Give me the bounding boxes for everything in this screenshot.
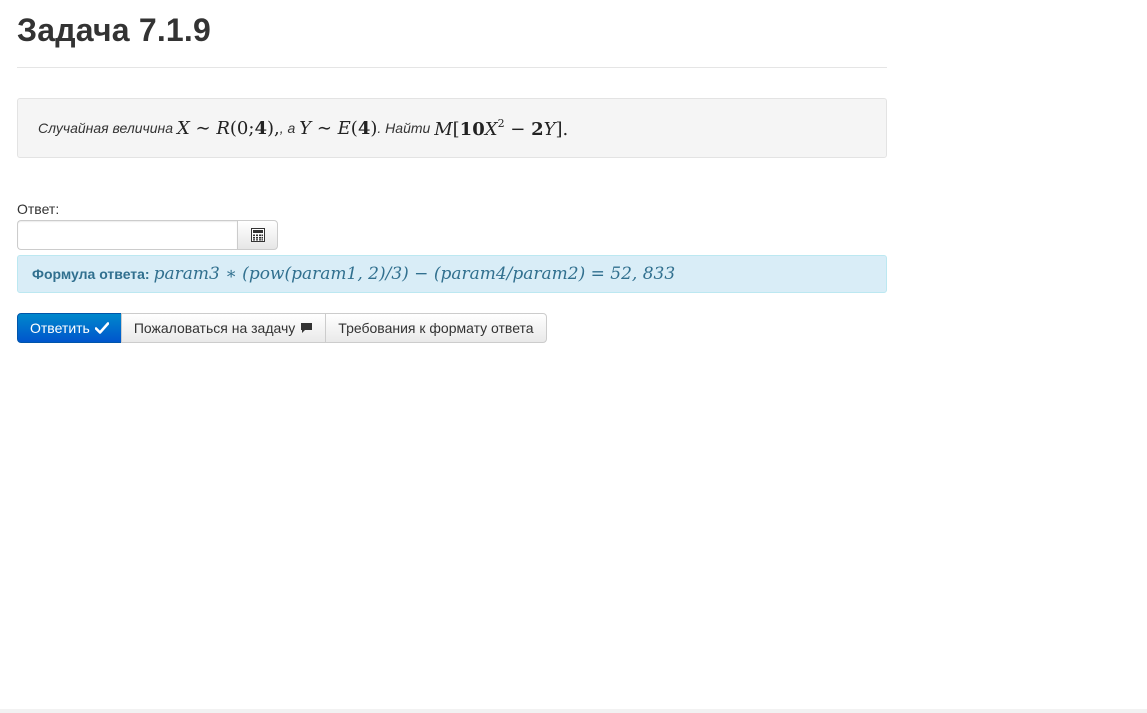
task-text-3: . Найти [377, 120, 431, 136]
answer-input[interactable] [17, 220, 237, 250]
math-m-coef2: 2 [531, 118, 544, 140]
task-math-expectation: M[10X2 − 2Y]. [434, 117, 568, 140]
formula-alert: Формула ответа: param3 ∗ (pow(param1, 2)… [17, 255, 887, 293]
math-m-minus: − [504, 118, 532, 140]
math-m-x: X [484, 118, 498, 140]
requirements-button[interactable]: Требования к формату ответа [325, 313, 547, 343]
math-m-pow: 2 [497, 116, 505, 130]
math-r-close: ), [266, 117, 280, 139]
calculator-button[interactable] [237, 220, 278, 250]
math-m-coef: 10 [459, 118, 485, 140]
page: Задача 7.1.9 Случайная величина X ∼ R(0;… [0, 0, 1147, 713]
math-r-args: (0; [229, 117, 255, 139]
math-m-close: ]. [555, 118, 569, 140]
math-e: E [337, 117, 351, 139]
math-m-open: [ [452, 118, 460, 140]
task-statement: Случайная величина X ∼ R(0;4), , а Y ∼ E… [17, 98, 887, 158]
calculator-icon [250, 228, 265, 242]
math-m-y: Y [543, 118, 556, 140]
math-e-close: ) [370, 117, 378, 139]
bottom-edge [0, 709, 1147, 713]
task-math-x-dist: X ∼ R(0;4), [177, 118, 280, 139]
formula-label: Формула ответа: [32, 266, 150, 282]
math-x: X [176, 117, 190, 139]
math-e-args: ( [350, 117, 358, 139]
title-divider [17, 67, 887, 68]
math-r: R [216, 117, 230, 139]
task-text-1: Случайная величина [38, 120, 174, 136]
action-button-group: Ответить Пожаловаться на задачу Требован… [17, 313, 887, 343]
report-button[interactable]: Пожаловаться на задачу [120, 313, 327, 343]
task-math-y-dist: Y ∼ E(4) [299, 118, 377, 139]
answer-input-group [17, 220, 278, 250]
checkmark-icon [94, 322, 109, 334]
page-title: Задача 7.1.9 [17, 12, 211, 48]
math-sim: ∼ [195, 117, 211, 139]
math-y: Y [299, 117, 312, 139]
submit-button-label: Ответить [30, 320, 90, 336]
formula-expression: param3 ∗ (pow(param1, 2)/3) − (param4/pa… [153, 264, 676, 284]
answer-label: Ответ: [17, 201, 60, 217]
math-sim-2: ∼ [316, 117, 332, 139]
task-text-2: , а [279, 120, 296, 136]
comment-icon [300, 322, 313, 334]
requirements-button-label: Требования к формату ответа [338, 320, 534, 336]
math-r-b: 4 [254, 117, 267, 139]
report-button-label: Пожаловаться на задачу [133, 320, 296, 336]
submit-button[interactable]: Ответить [17, 313, 122, 343]
main-content: Задача 7.1.9 Случайная величина X ∼ R(0;… [17, 0, 887, 343]
math-m: M [434, 118, 453, 140]
math-e-b: 4 [357, 117, 371, 139]
